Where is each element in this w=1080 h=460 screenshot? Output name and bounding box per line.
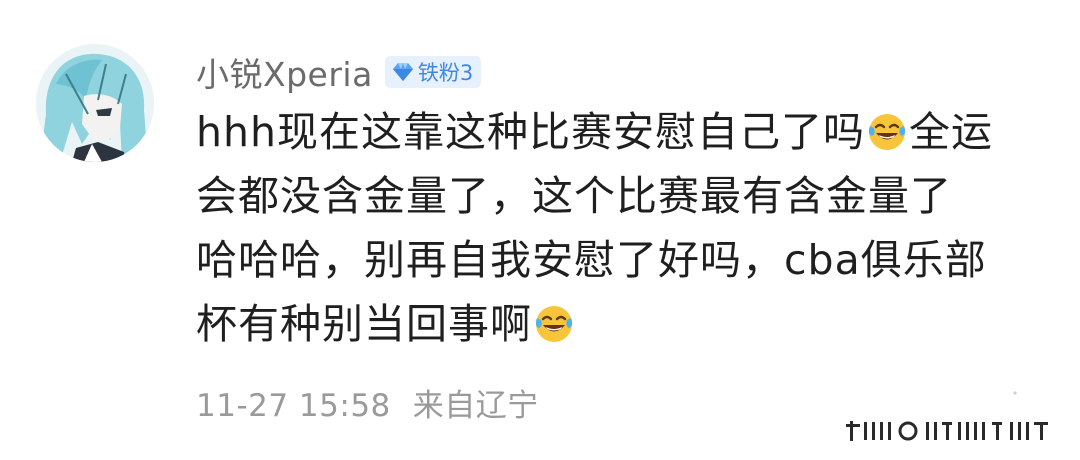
comment-line: hhh现在这靠这种比赛安慰自己了吗 全运 (196, 100, 1046, 164)
comment-header: 小锐Xperia 铁粉3 (196, 48, 482, 96)
comment-text: hhh现在这靠这种比赛安慰自己了吗 全运 会都没含金量了，这个比赛最有含金量了 … (196, 100, 1046, 356)
laughing-tears-emoji-icon (535, 306, 573, 342)
fan-level-badge[interactable]: 铁粉3 (384, 56, 482, 88)
comment-text-segment: 全运 (908, 108, 993, 156)
comment-line: 会都没含金量了，这个比赛最有含金量了 (196, 172, 952, 220)
laughing-tears-emoji-icon (868, 114, 906, 150)
badge-label: 铁粉3 (417, 61, 474, 85)
timestamp: 11-27 15:58 (196, 388, 391, 424)
comment-card: 小锐Xperia 铁粉3 hhh现在这靠这种比赛安慰自己了吗 全运 会都没含金量… (0, 0, 1080, 460)
avatar[interactable] (36, 44, 154, 162)
watermark-logo (846, 421, 1048, 441)
comment-text-segment: 杯有种别当回事啊 (196, 300, 532, 348)
comment-meta: 11-27 15:58 来自辽宁 (196, 380, 539, 425)
location: 来自辽宁 (412, 388, 539, 424)
diamond-icon (392, 63, 413, 81)
comment-line: 杯有种别当回事啊 (196, 292, 1046, 356)
more-options-icon[interactable] (1000, 378, 1030, 408)
username[interactable]: 小锐Xperia (196, 48, 373, 96)
comment-text-segment: hhh现在这靠这种比赛安慰自己了吗 (196, 108, 865, 156)
comment-line: 哈哈哈，别再自我安慰了好吗，cba俱乐部 (196, 236, 987, 284)
